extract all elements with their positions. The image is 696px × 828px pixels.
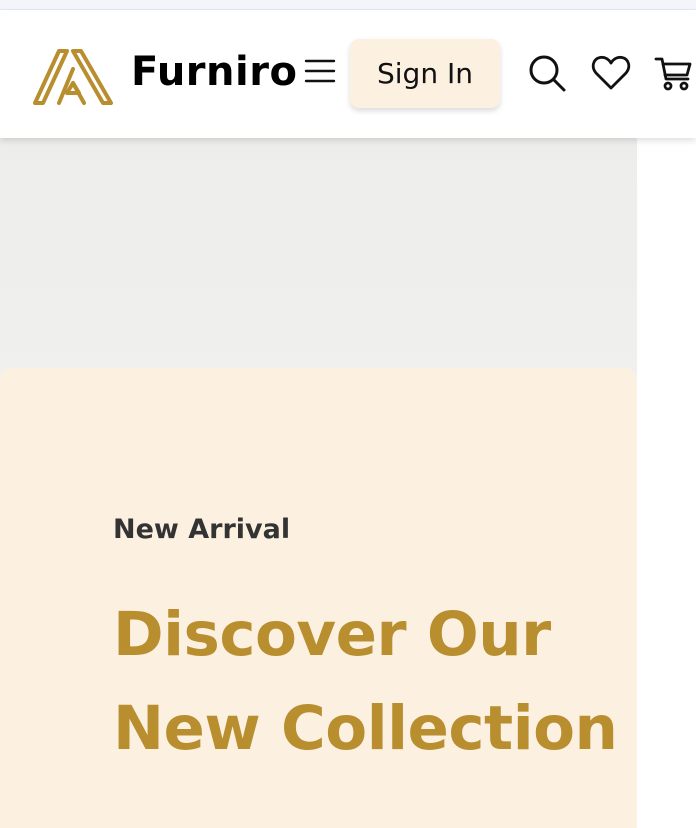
menu-icon[interactable] — [303, 56, 337, 86]
hero-title: Discover Our New Collection — [113, 588, 618, 776]
hero-right-gutter — [637, 138, 696, 800]
hero-subtitle: New Arrival — [113, 514, 291, 545]
top-strip — [0, 0, 696, 10]
site-header: Furniro Sign In — [0, 10, 696, 138]
brand-name[interactable]: Furniro — [131, 46, 297, 98]
sign-in-button[interactable]: Sign In — [350, 39, 500, 108]
cart-icon[interactable] — [654, 53, 694, 93]
logo-icon[interactable] — [32, 43, 114, 107]
search-icon[interactable] — [527, 53, 567, 93]
hero-title-line-1: Discover Our — [113, 599, 551, 670]
heart-icon[interactable] — [591, 53, 631, 93]
hero-card: New Arrival Discover Our New Collection — [0, 368, 637, 828]
hero-title-line-2: New Collection — [113, 693, 618, 764]
